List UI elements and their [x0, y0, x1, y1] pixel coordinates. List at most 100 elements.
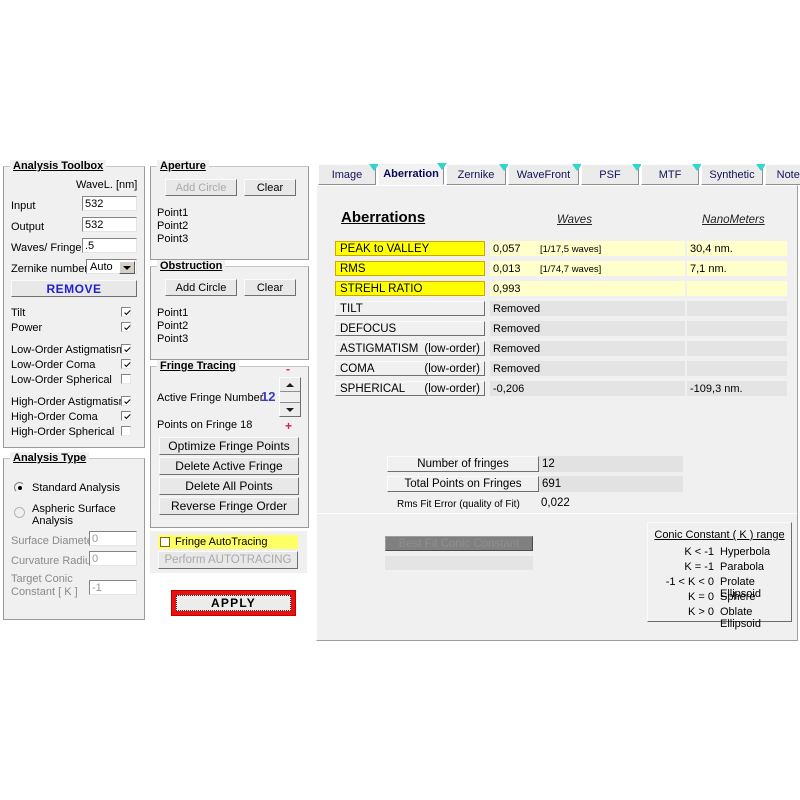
aperture-add-circle-button[interactable]: Add Circle	[165, 179, 237, 196]
input-wavelength-field[interactable]: 532	[82, 196, 137, 211]
checkbox-label-high-order-astigmatism: High-Order Astigmatism	[11, 396, 128, 408]
obstruction-group: Obstruction Add Circle Clear Point1 Poin…	[150, 266, 309, 360]
reverse-fringe-order-button[interactable]: Reverse Fringe Order	[159, 497, 299, 515]
conic-k-expression: K = -1	[656, 561, 714, 573]
row-label-qualifier: (low-order)	[424, 383, 480, 395]
row-label: ASTIGMATISM	[340, 343, 418, 355]
checkbox-row-power[interactable]: Power	[11, 322, 137, 334]
output-label: Output	[11, 221, 44, 233]
bottom-panel: Best Fit Conic Constant Conic Constant (…	[316, 513, 798, 641]
waves-per-fringe-label: Waves/ Fringe	[11, 242, 82, 254]
row-label: TILT	[340, 303, 363, 315]
surface-diameter-field[interactable]: 0	[89, 531, 137, 546]
checkbox-row-low-order-spherical[interactable]: Low-Order Spherical	[11, 374, 137, 386]
checkbox-high-order-coma[interactable]	[121, 411, 131, 421]
tab-label: Image	[332, 169, 363, 181]
nm-cell	[687, 361, 787, 376]
checkbox-low-order-coma[interactable]	[121, 359, 131, 369]
obstruction-add-circle-button[interactable]: Add Circle	[165, 279, 237, 296]
value-cell: -0,206	[490, 381, 685, 396]
aberration-row-defocus: DEFOCUS	[335, 321, 485, 336]
column-header-waves: Waves	[557, 214, 592, 226]
aberration-row-tilt: TILT	[335, 301, 485, 316]
best-fit-conic-constant-value	[385, 556, 533, 570]
nm-cell	[687, 341, 787, 356]
tab-label: PSF	[599, 169, 620, 181]
tab-label: Notes	[777, 169, 800, 181]
list-item[interactable]: Point1	[157, 307, 188, 320]
optimize-fringe-points-button[interactable]: Optimize Fringe Points	[159, 437, 299, 455]
aberration-row-rms: RMS	[335, 261, 485, 276]
active-fringe-number-value: 12	[261, 389, 275, 404]
checkbox-row-high-order-spherical[interactable]: High-Order Spherical	[11, 426, 137, 438]
caret-down-icon	[286, 408, 294, 412]
tab-notes[interactable]: Notes	[765, 164, 800, 185]
active-fringe-spinner[interactable]	[279, 377, 301, 417]
tab-wavefront[interactable]: WaveFront	[508, 164, 579, 185]
zernike-number-select[interactable]: Auto	[86, 259, 137, 274]
rms-fit-error-value: 0,022	[541, 497, 570, 509]
spinner-up-button[interactable]	[280, 378, 300, 392]
obstruction-clear-button[interactable]: Clear	[244, 279, 296, 296]
aberration-tab-content: Aberrations Waves NanoMeters 0,057[1/17,…	[316, 185, 798, 515]
remove-button[interactable]: REMOVE	[11, 280, 137, 297]
list-item[interactable]: Point3	[157, 233, 188, 246]
nm-cell	[687, 301, 787, 316]
spinner-down-button[interactable]	[280, 402, 300, 416]
delete-all-points-button[interactable]: Delete All Points	[159, 477, 299, 495]
checkbox-row-low-order-coma[interactable]: Low-Order Coma	[11, 359, 137, 371]
tab-zernike[interactable]: Zernike	[446, 164, 506, 185]
conic-k-expression: K = 0	[656, 591, 714, 603]
conic-k-expression: K > 0	[656, 606, 714, 618]
checkbox-row-high-order-coma[interactable]: High-Order Coma	[11, 411, 137, 423]
tab-image[interactable]: Image	[318, 164, 376, 185]
value-note: [1/17,5 waves]	[540, 244, 601, 255]
checkbox-high-order-spherical[interactable]	[121, 426, 131, 436]
waves-per-fringe-field[interactable]: .5	[82, 238, 137, 253]
tab-label: Synthetic	[709, 169, 754, 181]
list-item[interactable]: Point2	[157, 320, 188, 333]
aperture-clear-button[interactable]: Clear	[244, 179, 296, 196]
tab-label: WaveFront	[517, 169, 570, 181]
checkbox-high-order-astigmatism[interactable]	[121, 396, 131, 406]
checkbox-low-order-astigmatism[interactable]	[121, 344, 131, 354]
perform-autotracing-button[interactable]: Perform AUTOTRACING	[158, 551, 298, 569]
row-label: PEAK to VALLEY	[340, 243, 429, 255]
target-conic-constant-field[interactable]: -1	[89, 580, 137, 595]
tab-mtf[interactable]: MTF	[641, 164, 699, 185]
list-item[interactable]: Point3	[157, 333, 188, 346]
conic-k-expression: K < -1	[656, 546, 714, 558]
checkbox-fringe-autotracing[interactable]	[160, 537, 170, 547]
checkbox-label-high-order-spherical: High-Order Spherical	[11, 426, 114, 438]
chevron-down-icon[interactable]	[119, 261, 135, 274]
conic-shape-name: Parabola	[720, 561, 764, 573]
list-item[interactable]: Point1	[157, 207, 188, 220]
radio-label-aspheric-line2: Analysis	[32, 515, 73, 527]
fringe-tracing-title: Fringe Tracing	[157, 360, 239, 372]
tab-psf[interactable]: PSF	[581, 164, 639, 185]
plus-indicator: +	[285, 419, 292, 433]
best-fit-conic-constant-button[interactable]: Best Fit Conic Constant	[385, 536, 533, 551]
checkbox-power[interactable]	[121, 322, 131, 332]
checkbox-row-low-order-astigmatism[interactable]: Low-Order Astigmatism	[11, 344, 137, 356]
delete-active-fringe-button[interactable]: Delete Active Fringe	[159, 457, 299, 475]
tab-synthetic[interactable]: Synthetic	[701, 164, 763, 185]
apply-button[interactable]: APPLY	[176, 595, 291, 611]
checkbox-row-tilt[interactable]: Tilt	[11, 307, 137, 319]
value-cell: Removed	[490, 301, 685, 316]
checkbox-tilt[interactable]	[121, 307, 131, 317]
curvature-radius-field[interactable]: 0	[89, 551, 137, 566]
value-cell: 0,057[1/17,5 waves]	[490, 241, 685, 256]
aperture-point-list: Point1 Point2 Point3	[157, 207, 188, 246]
radio-aspheric-surface-analysis[interactable]	[14, 507, 25, 518]
list-item[interactable]: Point2	[157, 220, 188, 233]
row-label-qualifier: (low-order)	[424, 343, 480, 355]
surface-diameter-label: Surface Diameter	[11, 535, 97, 547]
checkbox-low-order-spherical[interactable]	[121, 374, 131, 384]
checkbox-row-high-order-astigmatism[interactable]: High-Order Astigmatism	[11, 396, 137, 408]
fringe-autotracing-row[interactable]: Fringe AutoTracing	[158, 535, 298, 549]
output-wavelength-field[interactable]: 532	[82, 217, 137, 232]
radio-standard-analysis[interactable]	[14, 482, 25, 493]
target-conic-label-line2: Constant [ K ]	[11, 586, 78, 598]
tab-aberration[interactable]: Aberration	[378, 163, 444, 185]
